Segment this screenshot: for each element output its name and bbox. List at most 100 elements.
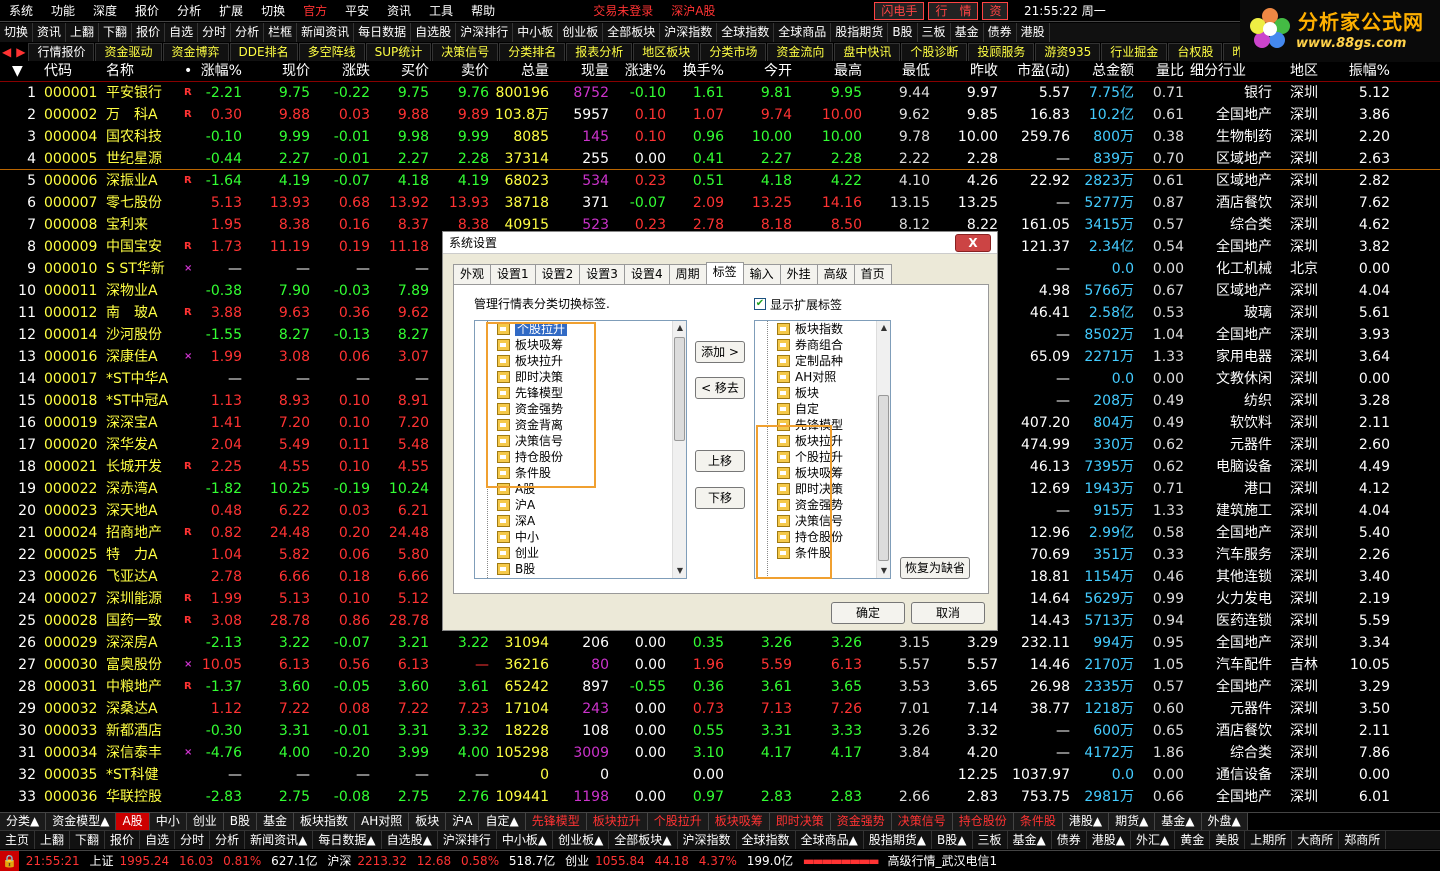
table-row[interactable]: 33 000036 华联控股 -2.83 2.75 -0.08 2.75 2.76 109441… [0,786,1440,808]
column-header[interactable]: 买价 [376,61,429,81]
function-tab[interactable]: 行业掘金 [1101,43,1168,61]
nav-item[interactable]: 报价 [105,831,141,849]
menu-item[interactable]: 扩展 [210,0,252,21]
toolbar-item[interactable]: 分时 [198,23,232,42]
add-button[interactable]: 添加 > [695,341,745,363]
function-tab[interactable]: 决策信号 [432,43,499,61]
list-item[interactable]: 自定 [755,401,890,417]
nav-item[interactable]: 全球商品▲ [796,831,864,849]
table-row[interactable]: 30 000033 新都酒店 -0.30 3.31 -0.01 3.31 3.32 18228 1… [0,720,1440,742]
column-header[interactable]: 市盈(动) [1002,61,1070,81]
toolbar-item[interactable]: 上翻 [66,23,100,42]
dialog-tab[interactable]: 设置3 [579,264,625,284]
nav-item[interactable]: 港股▲ [1087,831,1131,849]
quote-button[interactable]: 行 情 [928,2,979,20]
toolbar-item[interactable]: 沪深指数 [660,23,718,42]
toolbar-item[interactable]: 全球指数 [717,23,775,42]
function-tab[interactable]: 报表分析 [566,43,633,61]
column-header[interactable]: 总金额 [1074,61,1134,81]
menu-item[interactable]: 功能 [42,0,84,21]
nav-item[interactable]: 每日数据▲ [313,831,382,849]
category-tab[interactable]: 即时决策 [769,813,831,830]
column-header[interactable]: 量比 [1138,61,1184,81]
nav-item[interactable]: 三板 [973,831,1008,849]
cancel-button[interactable]: 取消 [911,602,985,624]
toolbar-item[interactable]: 分析 [231,23,265,42]
nav-item[interactable]: 主页 [0,831,36,849]
list-item[interactable]: 定制品种 [755,353,890,369]
category-tab[interactable]: 板块拉升 [586,813,648,830]
category-tab[interactable]: 分类▲ [0,813,47,830]
table-row[interactable]: 5 000006 深振业A R -1.64 4.19 -0.07 4.18 4.19 68023 5… [0,170,1440,192]
category-tab[interactable]: 板块 [409,813,447,830]
function-tab[interactable]: 盘中快讯 [834,43,901,61]
column-header[interactable]: 卖价 [436,61,489,81]
nav-item[interactable]: 股指期货▲ [864,831,933,849]
nav-item[interactable]: 下翻 [70,831,106,849]
category-tab[interactable]: 沪A [446,813,480,830]
nav-item[interactable]: 美股 [1210,831,1246,849]
table-row[interactable]: 6 000007 零七股份 5.13 13.93 0.68 13.92 13.93 38718 3… [0,192,1440,214]
dialog-tab[interactable]: 高级 [816,264,855,284]
function-tab[interactable]: 资金驱动 [95,43,162,61]
scroll-right-icon[interactable]: ▶ [14,44,28,61]
flash-trade-button[interactable]: 闪电手 [874,2,925,20]
table-row[interactable]: 27 000030 富奥股份 × 10.05 6.13 0.56 6.13 — 36216 80 0.… [0,654,1440,676]
nav-item[interactable]: 大商所 [1292,831,1340,849]
category-tab[interactable]: 资金强势 [830,813,892,830]
move-down-button[interactable]: 下移 [695,487,745,509]
dialog-close-button[interactable]: X [955,234,991,252]
dialog-tab[interactable]: 首页 [853,264,892,284]
column-header[interactable]: 今开 [730,61,792,81]
dialog-tab[interactable]: 外挂 [779,264,818,284]
nav-item[interactable]: 创业板▲ [553,831,610,849]
function-tab[interactable]: 个股诊断 [901,43,968,61]
nav-item[interactable]: 中小板▲ [497,831,554,849]
menu-item[interactable]: 报价 [126,0,168,21]
list-item[interactable]: 创业 [475,545,686,561]
column-header[interactable]: 细分行业 [1190,61,1272,81]
category-tab[interactable]: 条件股 [1013,813,1063,830]
function-tab[interactable]: 台权股 [1168,43,1223,61]
table-row[interactable]: 26 000029 深深房A -2.13 3.22 -0.07 3.21 3.22 31094 2… [0,632,1440,654]
show-ext-checkbox[interactable]: ✔ [754,298,766,310]
dialog-tab[interactable]: 输入 [742,264,781,284]
nav-item[interactable]: 上期所 [1245,831,1293,849]
function-tab[interactable]: 行情报价 [28,43,95,61]
toolbar-item[interactable]: 每日数据 [354,23,412,42]
nav-item[interactable]: 分时 [175,831,211,849]
cy-label[interactable]: 创业 [562,851,592,871]
left-list-scrollbar[interactable]: ▲ ▼ [672,321,686,578]
list-item[interactable]: 深A [475,513,686,529]
nav-item[interactable]: 全球指数 [737,831,796,849]
toolbar-item[interactable]: 切换 [0,23,34,42]
list-item[interactable]: 板块指数 [755,321,890,337]
function-tab[interactable]: 游资935 [1035,43,1101,61]
category-tab[interactable]: 决策信号 [891,813,953,830]
toolbar-item[interactable]: 中小板 [513,23,559,42]
toolbar-item[interactable]: 全球商品 [774,23,832,42]
nav-item[interactable]: 新闻资讯▲ [245,831,314,849]
category-tab[interactable]: 资金模型▲ [46,813,117,830]
category-tab[interactable]: 外盘▲ [1201,813,1248,830]
dialog-tab[interactable]: 设置2 [534,264,581,284]
column-header[interactable]: 涨跌 [318,61,370,81]
restore-default-button[interactable]: 恢复为缺省 [900,557,970,579]
column-header[interactable]: 涨幅% [198,61,242,81]
table-row[interactable]: 4 000005 世纪星源 -0.44 2.27 -0.01 2.27 2.28 37314 25… [0,148,1440,170]
nav-item[interactable]: 黄金 [1175,831,1211,849]
function-tab[interactable]: 投顾服务 [968,43,1035,61]
dialog-tab[interactable]: 设置1 [490,264,536,284]
function-tab[interactable]: 资金流向 [767,43,834,61]
category-tab[interactable]: 港股▲ [1062,813,1110,830]
function-tab[interactable]: DDE排名 [229,43,298,61]
menu-item[interactable]: 帮助 [462,0,504,21]
menu-item[interactable]: 系统 [0,0,42,21]
menu-official[interactable]: 官方 [294,0,336,21]
function-tab[interactable]: 多空阵线 [298,43,365,61]
table-row[interactable]: 1 000001 平安银行 R -2.21 9.75 -0.22 9.75 9.76 800196… [0,82,1440,104]
nav-item[interactable]: 自选 [140,831,176,849]
dialog-tab[interactable]: 周期 [668,264,707,284]
category-tab[interactable]: 期货▲ [1109,813,1156,830]
ok-button[interactable]: 确定 [831,602,905,624]
